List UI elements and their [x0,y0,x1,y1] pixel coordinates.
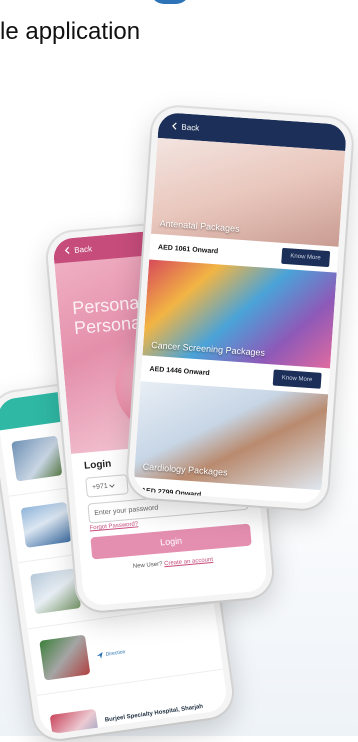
antenatal-package-image[interactable]: Antenatal Packages [150,137,346,247]
create-account-link[interactable]: Create an account [164,557,213,567]
navigation-icon [107,730,114,736]
hospital-thumbnail [29,568,82,615]
packages-screen: Back Antenatal Packages AED 1061 Onward … [132,111,348,505]
country-code-value: +971 [91,482,109,491]
know-more-button[interactable]: Know More [280,247,331,268]
direction-label: Direction [116,727,137,736]
back-label: Back [73,243,93,255]
chevron-left-icon [172,122,177,130]
hospital-thumbnail [49,708,101,736]
direction-action[interactable]: Direction [106,726,137,736]
package-price: AED 2799 Onward [140,487,202,499]
hospital-name: Burjeel Specialty Hospital, Sharjah [104,703,204,724]
package-price: AED 1446 Onward [149,365,210,377]
doctors-label: Doctors [159,721,178,730]
package-title: Cancer Screening Packages [150,339,266,358]
back-label: Back [181,121,200,133]
direction-label: Direction [105,649,126,658]
package-title: Cardiology Packages [142,461,228,478]
page-subtitle: le application [0,18,141,45]
new-user-text: New User? [132,561,163,570]
package-title: Antenatal Packages [159,218,240,234]
hospital-thumbnail [20,501,72,548]
direction-action[interactable]: Direction [95,648,126,660]
cardiology-package-image[interactable]: Cardiology Packages [133,381,329,491]
navigation-icon [96,652,103,659]
hospital-thumbnail [11,435,63,482]
know-more-button[interactable]: Know More [272,369,322,389]
country-code-select[interactable]: +971 [85,474,129,498]
chevron-down-icon [108,484,115,488]
hospital-thumbnail [39,634,91,681]
doctors-action[interactable]: Doctors [150,721,178,733]
chevron-left-icon [64,246,70,254]
password-placeholder: Enter your password [93,504,159,517]
headline-fragment [150,0,190,4]
cancer-package-image[interactable]: Cancer Screening Packages [142,259,337,369]
phone-packages: Back Antenatal Packages AED 1061 Onward … [126,105,354,511]
package-price: AED 1061 Onward [157,243,219,255]
doctor-icon [151,724,158,733]
